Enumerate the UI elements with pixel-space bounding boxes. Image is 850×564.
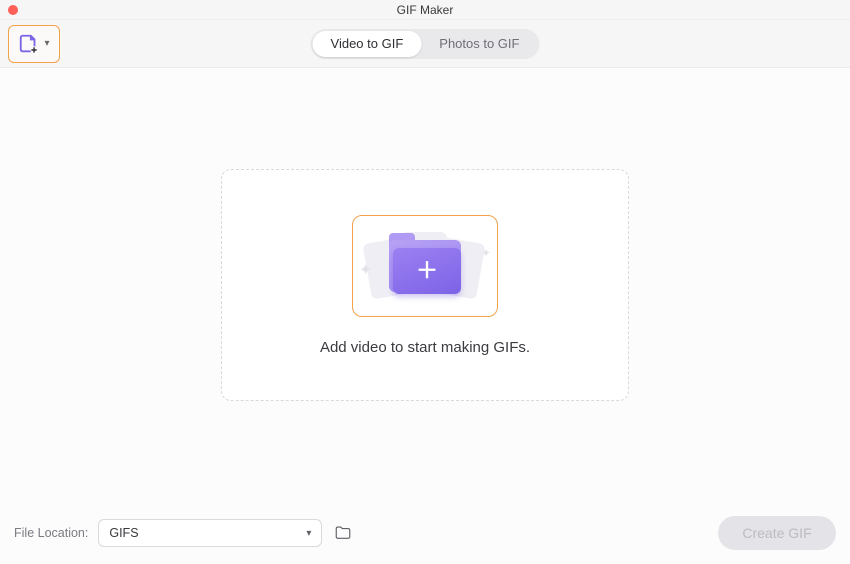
titlebar: GIF Maker: [0, 0, 850, 20]
create-gif-button[interactable]: Create GIF: [718, 516, 836, 550]
main-area: ✦ ✦ ＋ Add video to start making GIFs.: [0, 68, 850, 502]
file-location-value: GIFS: [109, 526, 138, 540]
window-title: GIF Maker: [0, 3, 850, 17]
mode-tabset: Video to GIF Photos to GIF: [311, 29, 540, 59]
dropzone-illustration: ✦ ✦ ＋: [352, 215, 498, 317]
browse-folder-button[interactable]: [332, 522, 354, 544]
file-location-select[interactable]: GIFS ▾: [98, 519, 322, 547]
tab-video-to-gif[interactable]: Video to GIF: [313, 31, 422, 57]
tab-photos-to-gif[interactable]: Photos to GIF: [421, 31, 537, 57]
plus-icon: ＋: [416, 260, 438, 282]
new-file-icon: [18, 33, 40, 55]
chevron-down-icon: ▾: [306, 528, 311, 539]
dropzone-prompt: Add video to start making GIFs.: [320, 339, 530, 356]
close-window-button[interactable]: [8, 5, 18, 15]
toolbar: ▾ Video to GIF Photos to GIF: [0, 20, 850, 68]
sparkle-icon: ✦: [359, 260, 372, 280]
folder-icon: ＋: [389, 240, 461, 292]
chevron-down-icon: ▾: [44, 38, 49, 49]
footer: File Location: GIFS ▾ Create GIF: [0, 502, 850, 564]
add-media-button[interactable]: ▾: [8, 25, 60, 63]
add-video-dropzone[interactable]: ✦ ✦ ＋ Add video to start making GIFs.: [221, 169, 629, 401]
sparkle-icon: ✦: [481, 246, 491, 260]
file-location-label: File Location:: [14, 526, 88, 540]
